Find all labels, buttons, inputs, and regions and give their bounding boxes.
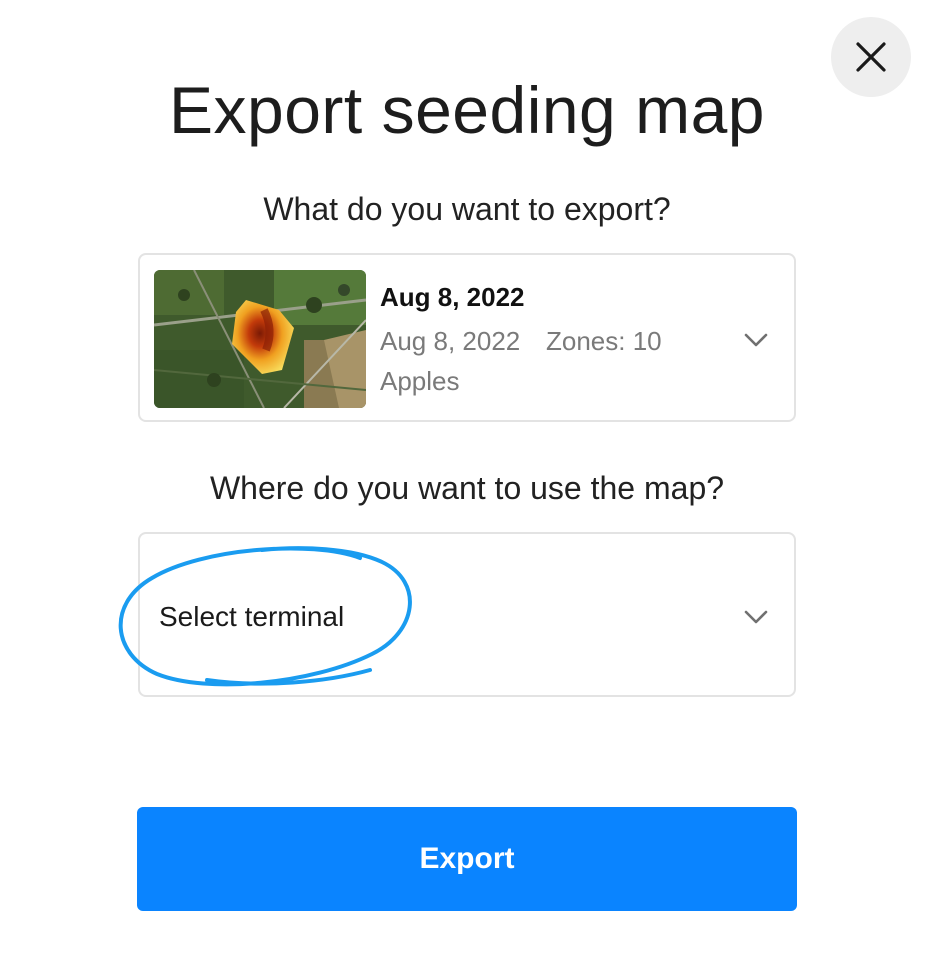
- map-crop: Apples: [380, 366, 460, 396]
- map-select-dropdown[interactable]: Aug 8, 2022 Aug 8, 2022 Zones: 10 Apples: [138, 253, 796, 422]
- close-icon: [856, 42, 886, 72]
- field-map-thumbnail: [154, 270, 366, 408]
- export-button[interactable]: Export: [137, 807, 797, 911]
- map-date: Aug 8, 2022: [380, 326, 521, 356]
- export-question: What do you want to export?: [263, 191, 671, 227]
- terminal-placeholder: Select terminal: [159, 601, 345, 632]
- terminal-select-dropdown[interactable]: Select terminal: [138, 532, 796, 697]
- terminal-question: Where do you want to use the map?: [209, 470, 725, 506]
- map-zones: Zones: 10: [546, 326, 662, 356]
- chevron-down-icon: [744, 333, 768, 347]
- dialog-title: Export seeding map: [168, 73, 765, 147]
- map-title: Aug 8, 2022: [380, 282, 525, 312]
- chevron-down-icon: [744, 610, 768, 624]
